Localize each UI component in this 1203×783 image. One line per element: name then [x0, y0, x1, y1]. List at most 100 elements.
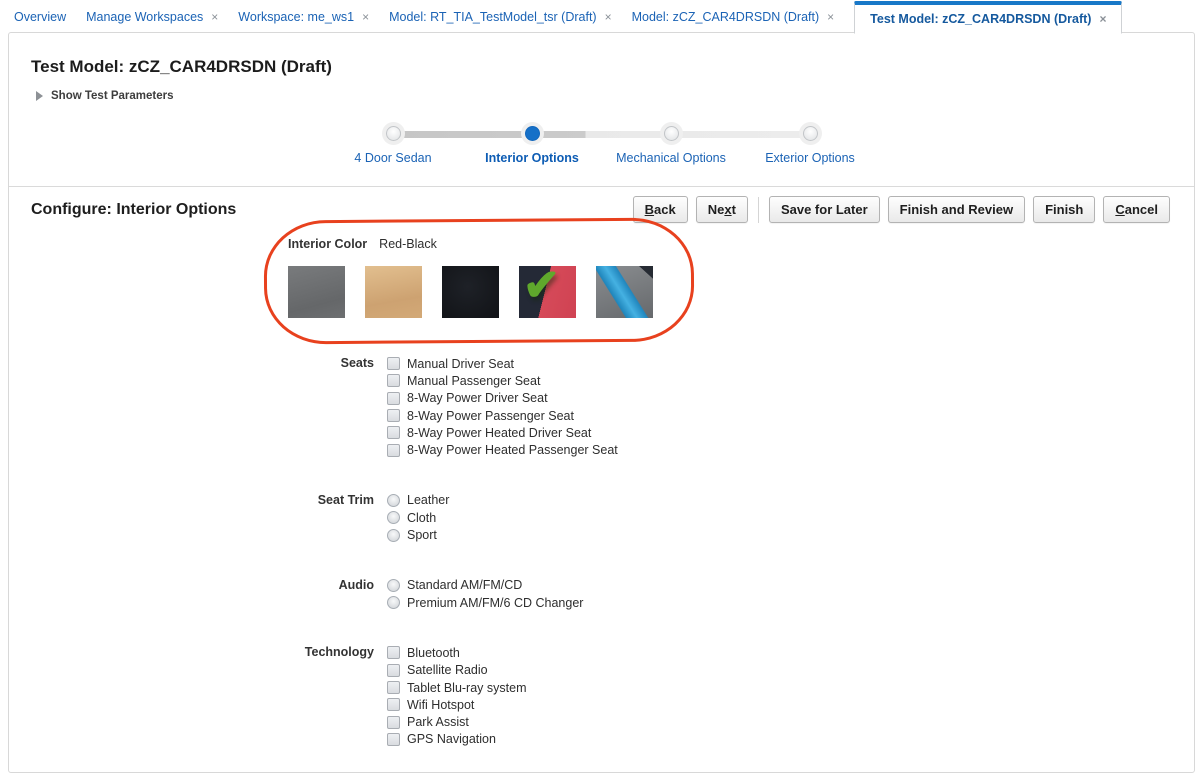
option-label[interactable]: Leather: [407, 493, 449, 507]
swatch-blue-gray[interactable]: [596, 266, 653, 318]
next-button[interactable]: Next: [695, 196, 748, 223]
tab-label: Workspace: me_ws1: [238, 9, 355, 24]
disclosure-label: Show Test Parameters: [51, 90, 174, 102]
option-label[interactable]: Tablet Blu-ray system: [407, 681, 526, 695]
audio-field: Audio Standard AM/FM/CD Premium AM/FM/6 …: [31, 577, 1194, 612]
option-label[interactable]: Satellite Radio: [407, 663, 488, 677]
tab-overview[interactable]: Overview: [14, 10, 66, 24]
train-step-label: Interior Options: [485, 151, 579, 165]
tab-workspace-me-ws1[interactable]: Workspace: me_ws1 ×: [238, 10, 369, 24]
option-row: Bluetooth: [387, 644, 526, 661]
checkbox[interactable]: [387, 681, 400, 694]
tab-label: Model: RT_TIA_TestModel_tsr (Draft): [389, 9, 597, 24]
interior-color-field: Interior Color Red-Black ✔: [263, 217, 695, 345]
train-stop-icon[interactable]: [385, 126, 401, 141]
checkbox[interactable]: [387, 426, 400, 440]
option-row: Leather: [387, 492, 449, 509]
train-stop-icon[interactable]: [802, 126, 818, 141]
train-track: [392, 131, 811, 138]
option-row: Satellite Radio: [387, 662, 526, 679]
configure-heading: Configure: Interior Options: [31, 200, 237, 218]
swatch-gray-fabric[interactable]: [288, 266, 345, 318]
tab-manage-workspaces[interactable]: Manage Workspaces ×: [86, 10, 218, 24]
close-icon[interactable]: ×: [605, 11, 612, 23]
option-row: 8-Way Power Passenger Seat: [387, 407, 618, 424]
option-label[interactable]: 8-Way Power Heated Passenger Seat: [407, 443, 618, 457]
checkbox[interactable]: [387, 715, 400, 729]
swatch-red-black-selected[interactable]: ✔: [519, 261, 576, 318]
swatch-tan-leather[interactable]: [365, 266, 422, 318]
radio-button[interactable]: [387, 511, 400, 525]
checkbox[interactable]: [387, 732, 400, 746]
interior-color-swatches: ✔: [288, 261, 653, 318]
tab-bar: Overview Manage Workspaces × Workspace: …: [0, 0, 1203, 34]
close-icon[interactable]: ×: [1099, 13, 1106, 25]
back-button[interactable]: Back: [632, 196, 688, 223]
option-label[interactable]: Bluetooth: [407, 646, 460, 660]
seats-label: Seats: [340, 356, 374, 370]
option-label[interactable]: 8-Way Power Passenger Seat: [407, 409, 574, 423]
radio-button[interactable]: [387, 493, 400, 507]
train-step-label[interactable]: Exterior Options: [765, 151, 855, 165]
disclosure-triangle-icon: [36, 91, 43, 101]
train-step-label[interactable]: 4 Door Sedan: [354, 151, 431, 165]
action-buttons: Back Next Save for Later Finish and Revi…: [625, 196, 1170, 223]
option-row: Wifi Hotspot: [387, 696, 526, 713]
radio-button[interactable]: [387, 596, 400, 610]
close-icon[interactable]: ×: [211, 11, 218, 23]
option-label[interactable]: Wifi Hotspot: [407, 698, 474, 712]
option-row: 8-Way Power Driver Seat: [387, 390, 618, 407]
train-stop-current-icon[interactable]: [524, 126, 540, 141]
interior-color-value: Red-Black: [379, 237, 437, 251]
tab-model-rt-tia-testmodel[interactable]: Model: RT_TIA_TestModel_tsr (Draft) ×: [389, 10, 612, 24]
checkbox[interactable]: [387, 698, 400, 712]
option-row: Sport: [387, 526, 449, 543]
show-test-parameters-toggle[interactable]: Show Test Parameters: [36, 90, 1172, 102]
save-for-later-button[interactable]: Save for Later: [768, 196, 880, 223]
option-label[interactable]: 8-Way Power Driver Seat: [407, 391, 548, 405]
option-row: GPS Navigation: [387, 731, 526, 748]
finish-and-review-button[interactable]: Finish and Review: [887, 196, 1026, 223]
option-label[interactable]: 8-Way Power Heated Driver Seat: [407, 426, 591, 440]
option-label[interactable]: Sport: [407, 528, 437, 542]
radio-button[interactable]: [387, 578, 400, 592]
checkbox[interactable]: [387, 357, 400, 371]
checkbox[interactable]: [387, 646, 400, 660]
checkbox[interactable]: [387, 663, 400, 677]
radio-button[interactable]: [387, 528, 400, 542]
option-label[interactable]: Standard AM/FM/CD: [407, 578, 522, 592]
option-label[interactable]: Manual Driver Seat: [407, 357, 514, 371]
selected-check-icon: ✔: [523, 261, 560, 310]
swatch-black[interactable]: [442, 266, 499, 318]
checkbox[interactable]: [387, 409, 400, 423]
technology-label: Technology: [304, 645, 374, 660]
finish-button[interactable]: Finish: [1033, 196, 1096, 223]
tab-model-zcz-car4drsdn[interactable]: Model: zCZ_CAR4DRSDN (Draft) ×: [632, 10, 835, 24]
content-panel: Test Model: zCZ_CAR4DRSDN (Draft) Show T…: [8, 32, 1195, 773]
close-icon[interactable]: ×: [362, 11, 369, 23]
option-row: Tablet Blu-ray system: [387, 679, 526, 696]
cancel-button[interactable]: Cancel: [1103, 196, 1170, 223]
option-label[interactable]: Premium AM/FM/6 CD Changer: [407, 596, 583, 610]
technology-field: Technology Bluetooth Satellite Radio Tab…: [31, 644, 1194, 748]
option-row: 8-Way Power Heated Driver Seat: [387, 424, 618, 441]
option-row: Manual Passenger Seat: [387, 372, 618, 389]
option-row: Manual Driver Seat: [387, 355, 618, 372]
close-icon[interactable]: ×: [827, 11, 834, 23]
option-label[interactable]: Park Assist: [407, 715, 469, 729]
seat-trim-label: Seat Trim: [317, 492, 374, 507]
audio-label: Audio: [338, 577, 374, 592]
option-label[interactable]: GPS Navigation: [407, 732, 496, 746]
train-step-label[interactable]: Mechanical Options: [616, 151, 726, 165]
option-label[interactable]: Cloth: [407, 511, 436, 525]
tab-test-model-zcz-car4drsdn-active[interactable]: Test Model: zCZ_CAR4DRSDN (Draft) ×: [854, 0, 1123, 34]
train-stop-icon[interactable]: [663, 126, 679, 141]
interior-options-form: Interior Color Red-Black ✔ Seats Manual …: [31, 217, 1194, 748]
option-label[interactable]: Manual Passenger Seat: [407, 374, 540, 388]
checkbox[interactable]: [387, 374, 400, 388]
option-row: 8-Way Power Heated Passenger Seat: [387, 441, 618, 458]
checkbox[interactable]: [387, 391, 400, 405]
button-separator: [757, 196, 759, 223]
checkbox[interactable]: [387, 443, 400, 457]
tab-label: Test Model: zCZ_CAR4DRSDN (Draft): [870, 11, 1092, 26]
